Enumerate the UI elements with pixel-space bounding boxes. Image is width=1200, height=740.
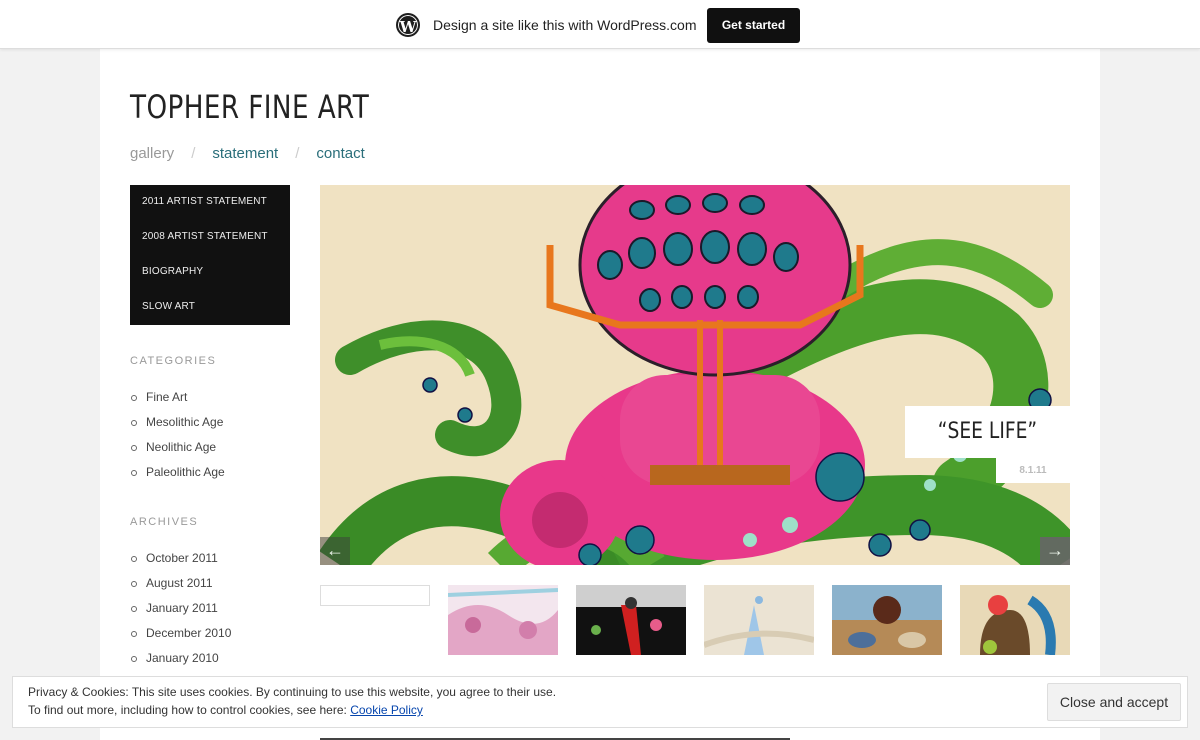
slide-date: 8.1.11 (996, 458, 1070, 483)
thumbnail-broken-image[interactable] (320, 585, 430, 606)
archives-list: October 2011 August 2011 January 2011 De… (130, 546, 231, 671)
categories-title: CATEGORIES (130, 355, 217, 367)
thumbnail[interactable] (832, 585, 942, 655)
cookie-notice-more: To find out more, including how to contr… (28, 703, 423, 717)
page-menu-item[interactable]: BIOGRAPHY (130, 260, 290, 295)
nav-contact[interactable]: contact (316, 145, 364, 162)
featured-slider[interactable]: “SEE LIFE” 8.1.11 ← → (320, 185, 1070, 565)
get-started-button[interactable]: Get started (707, 8, 800, 43)
next-slide-arrow-icon[interactable]: → (1040, 537, 1070, 565)
thumbnail[interactable] (960, 585, 1070, 655)
thumbnail[interactable] (704, 585, 814, 655)
page-menu-item[interactable]: SLOW ART (130, 295, 290, 330)
thumbnail-image (704, 585, 814, 655)
thumbnail-image (832, 585, 942, 655)
archive-link[interactable]: January 2010 (130, 646, 231, 671)
featured-artwork-image (320, 185, 1070, 565)
page-menu: 2011 ARTIST STATEMENT 2008 ARTIST STATEM… (130, 185, 290, 325)
nav-separator: / (295, 145, 300, 162)
nav-statement[interactable]: statement (212, 145, 278, 162)
previous-slide-arrow-icon[interactable]: ← (320, 537, 350, 565)
thumbnail-image (448, 585, 558, 655)
nav-gallery[interactable]: gallery (130, 145, 174, 162)
categories-list: Fine Art Mesolithic Age Neolithic Age Pa… (130, 385, 225, 485)
cookie-notice-more-text: To find out more, including how to contr… (28, 703, 347, 717)
page-menu-item[interactable]: 2011 ARTIST STATEMENT (130, 190, 290, 225)
category-link[interactable]: Fine Art (130, 385, 225, 410)
page-menu-item[interactable]: 2008 ARTIST STATEMENT (130, 225, 290, 260)
page-content: TOPHER FINE ART gallery / statement / co… (100, 49, 1100, 740)
nav-separator: / (191, 145, 196, 162)
cookie-policy-link[interactable]: Cookie Policy (350, 703, 423, 717)
archive-link[interactable]: August 2011 (130, 571, 231, 596)
thumbnail[interactable] (448, 585, 558, 655)
slide-caption-text: “SEE LIFE” (937, 419, 1038, 444)
archive-link[interactable]: January 2011 (130, 596, 231, 621)
category-link[interactable]: Neolithic Age (130, 435, 225, 460)
wordpress-banner: W Design a site like this with WordPress… (0, 0, 1200, 49)
main-nav: gallery / statement / contact (130, 145, 365, 162)
thumbnail-image (576, 585, 686, 655)
archive-link[interactable]: October 2011 (130, 546, 231, 571)
close-and-accept-button[interactable]: Close and accept (1047, 683, 1181, 721)
site-title[interactable]: TOPHER FINE ART (130, 88, 369, 126)
wordpress-banner-text[interactable]: Design a site like this with WordPress.c… (433, 17, 697, 33)
category-link[interactable]: Paleolithic Age (130, 460, 225, 485)
thumbnail[interactable] (576, 585, 686, 655)
wordpress-logo-icon[interactable]: W (396, 13, 420, 37)
slider-thumbnails (320, 585, 1070, 655)
archives-title: ARCHIVES (130, 516, 199, 528)
category-link[interactable]: Mesolithic Age (130, 410, 225, 435)
slide-caption[interactable]: “SEE LIFE” (905, 406, 1070, 458)
thumbnail-image (960, 585, 1070, 655)
cookie-notice-text: Privacy & Cookies: This site uses cookie… (28, 685, 557, 699)
archive-link[interactable]: December 2010 (130, 621, 231, 646)
cookie-banner: Privacy & Cookies: This site uses cookie… (12, 676, 1188, 728)
